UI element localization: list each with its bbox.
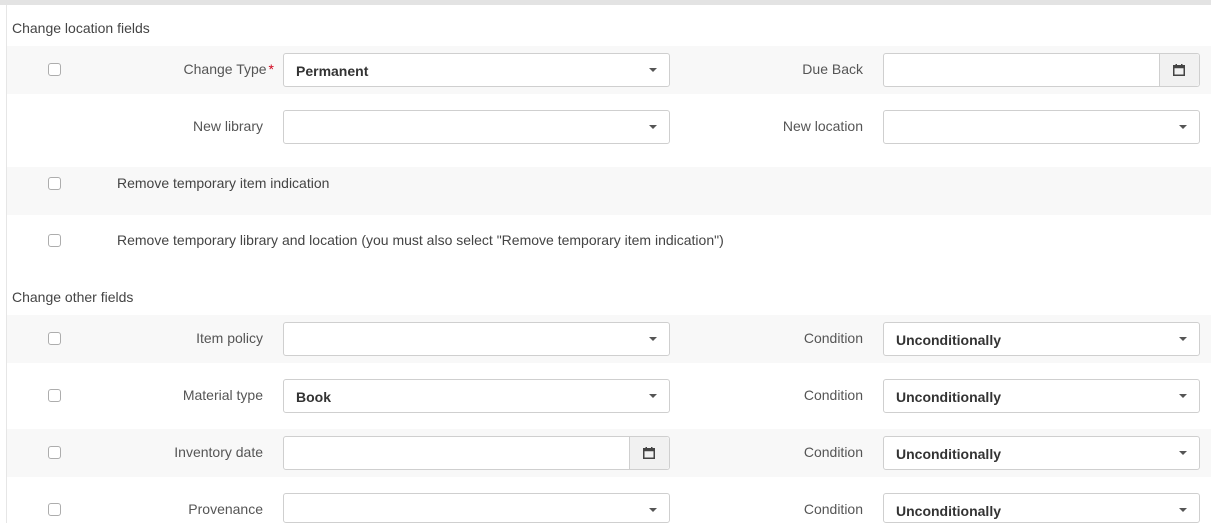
item-policy-condition-select[interactable]: Unconditionally [883, 322, 1200, 356]
chevron-down-icon [1179, 394, 1187, 398]
chevron-down-icon [649, 394, 657, 398]
inventory-date-checkbox[interactable] [48, 446, 61, 459]
item-policy-condition-value: Unconditionally [896, 332, 1001, 348]
change-type-select[interactable]: Permanent [283, 53, 670, 87]
material-type-condition-label: Condition [803, 387, 863, 403]
provenance-checkbox[interactable] [48, 503, 61, 516]
remove-temp-library-checkbox[interactable] [48, 234, 61, 247]
change-type-checkbox[interactable] [48, 63, 61, 76]
inventory-date-condition-label: Condition [803, 444, 863, 460]
provenance-condition-label: Condition [803, 501, 863, 517]
provenance-select[interactable] [283, 493, 670, 523]
section-title-location: Change location fields [12, 20, 150, 36]
new-location-label: New location [782, 118, 863, 134]
provenance-label: Provenance [188, 501, 263, 517]
new-location-select[interactable] [883, 110, 1200, 144]
change-type-value: Permanent [296, 63, 369, 79]
chevron-down-icon [1179, 508, 1187, 512]
due-back-input[interactable] [883, 53, 1200, 87]
inventory-date-calendar-button[interactable] [629, 437, 669, 469]
new-library-select[interactable] [283, 110, 670, 144]
inventory-date-condition-select[interactable]: Unconditionally [883, 436, 1200, 470]
material-type-checkbox[interactable] [48, 389, 61, 402]
chevron-down-icon [1179, 337, 1187, 341]
material-type-select[interactable]: Book [283, 379, 670, 413]
chevron-down-icon [649, 508, 657, 512]
section-title-other: Change other fields [12, 289, 134, 305]
item-policy-checkbox[interactable] [48, 332, 61, 345]
material-type-condition-select[interactable]: Unconditionally [883, 379, 1200, 413]
calendar-icon [1173, 64, 1185, 76]
remove-temp-library-label: Remove temporary library and location (y… [117, 232, 724, 248]
provenance-condition-select[interactable]: Unconditionally [883, 493, 1200, 523]
material-type-label: Material type [182, 387, 263, 403]
provenance-condition-value: Unconditionally [896, 503, 1001, 519]
change-type-label: Change Type * [183, 61, 274, 77]
inventory-date-condition-value: Unconditionally [896, 446, 1001, 462]
chevron-down-icon [649, 337, 657, 341]
due-back-calendar-button[interactable] [1159, 54, 1199, 86]
calendar-icon [643, 447, 655, 459]
chevron-down-icon [649, 125, 657, 129]
inventory-date-label: Inventory date [174, 444, 263, 460]
new-library-label: New library [192, 118, 263, 134]
chevron-down-icon [1179, 451, 1187, 455]
top-divider [0, 0, 1211, 5]
material-type-condition-value: Unconditionally [896, 389, 1001, 405]
remove-temp-item-label: Remove temporary item indication [117, 175, 330, 191]
chevron-down-icon [1179, 125, 1187, 129]
chevron-down-icon [649, 68, 657, 72]
item-policy-select[interactable] [283, 322, 670, 356]
remove-temp-item-checkbox[interactable] [48, 177, 61, 190]
material-type-value: Book [296, 389, 331, 405]
inventory-date-input[interactable] [283, 436, 670, 470]
required-indicator: * [268, 61, 274, 77]
item-policy-condition-label: Condition [803, 330, 863, 346]
due-back-label: Due Back [802, 61, 863, 77]
item-policy-label: Item policy [196, 330, 263, 346]
